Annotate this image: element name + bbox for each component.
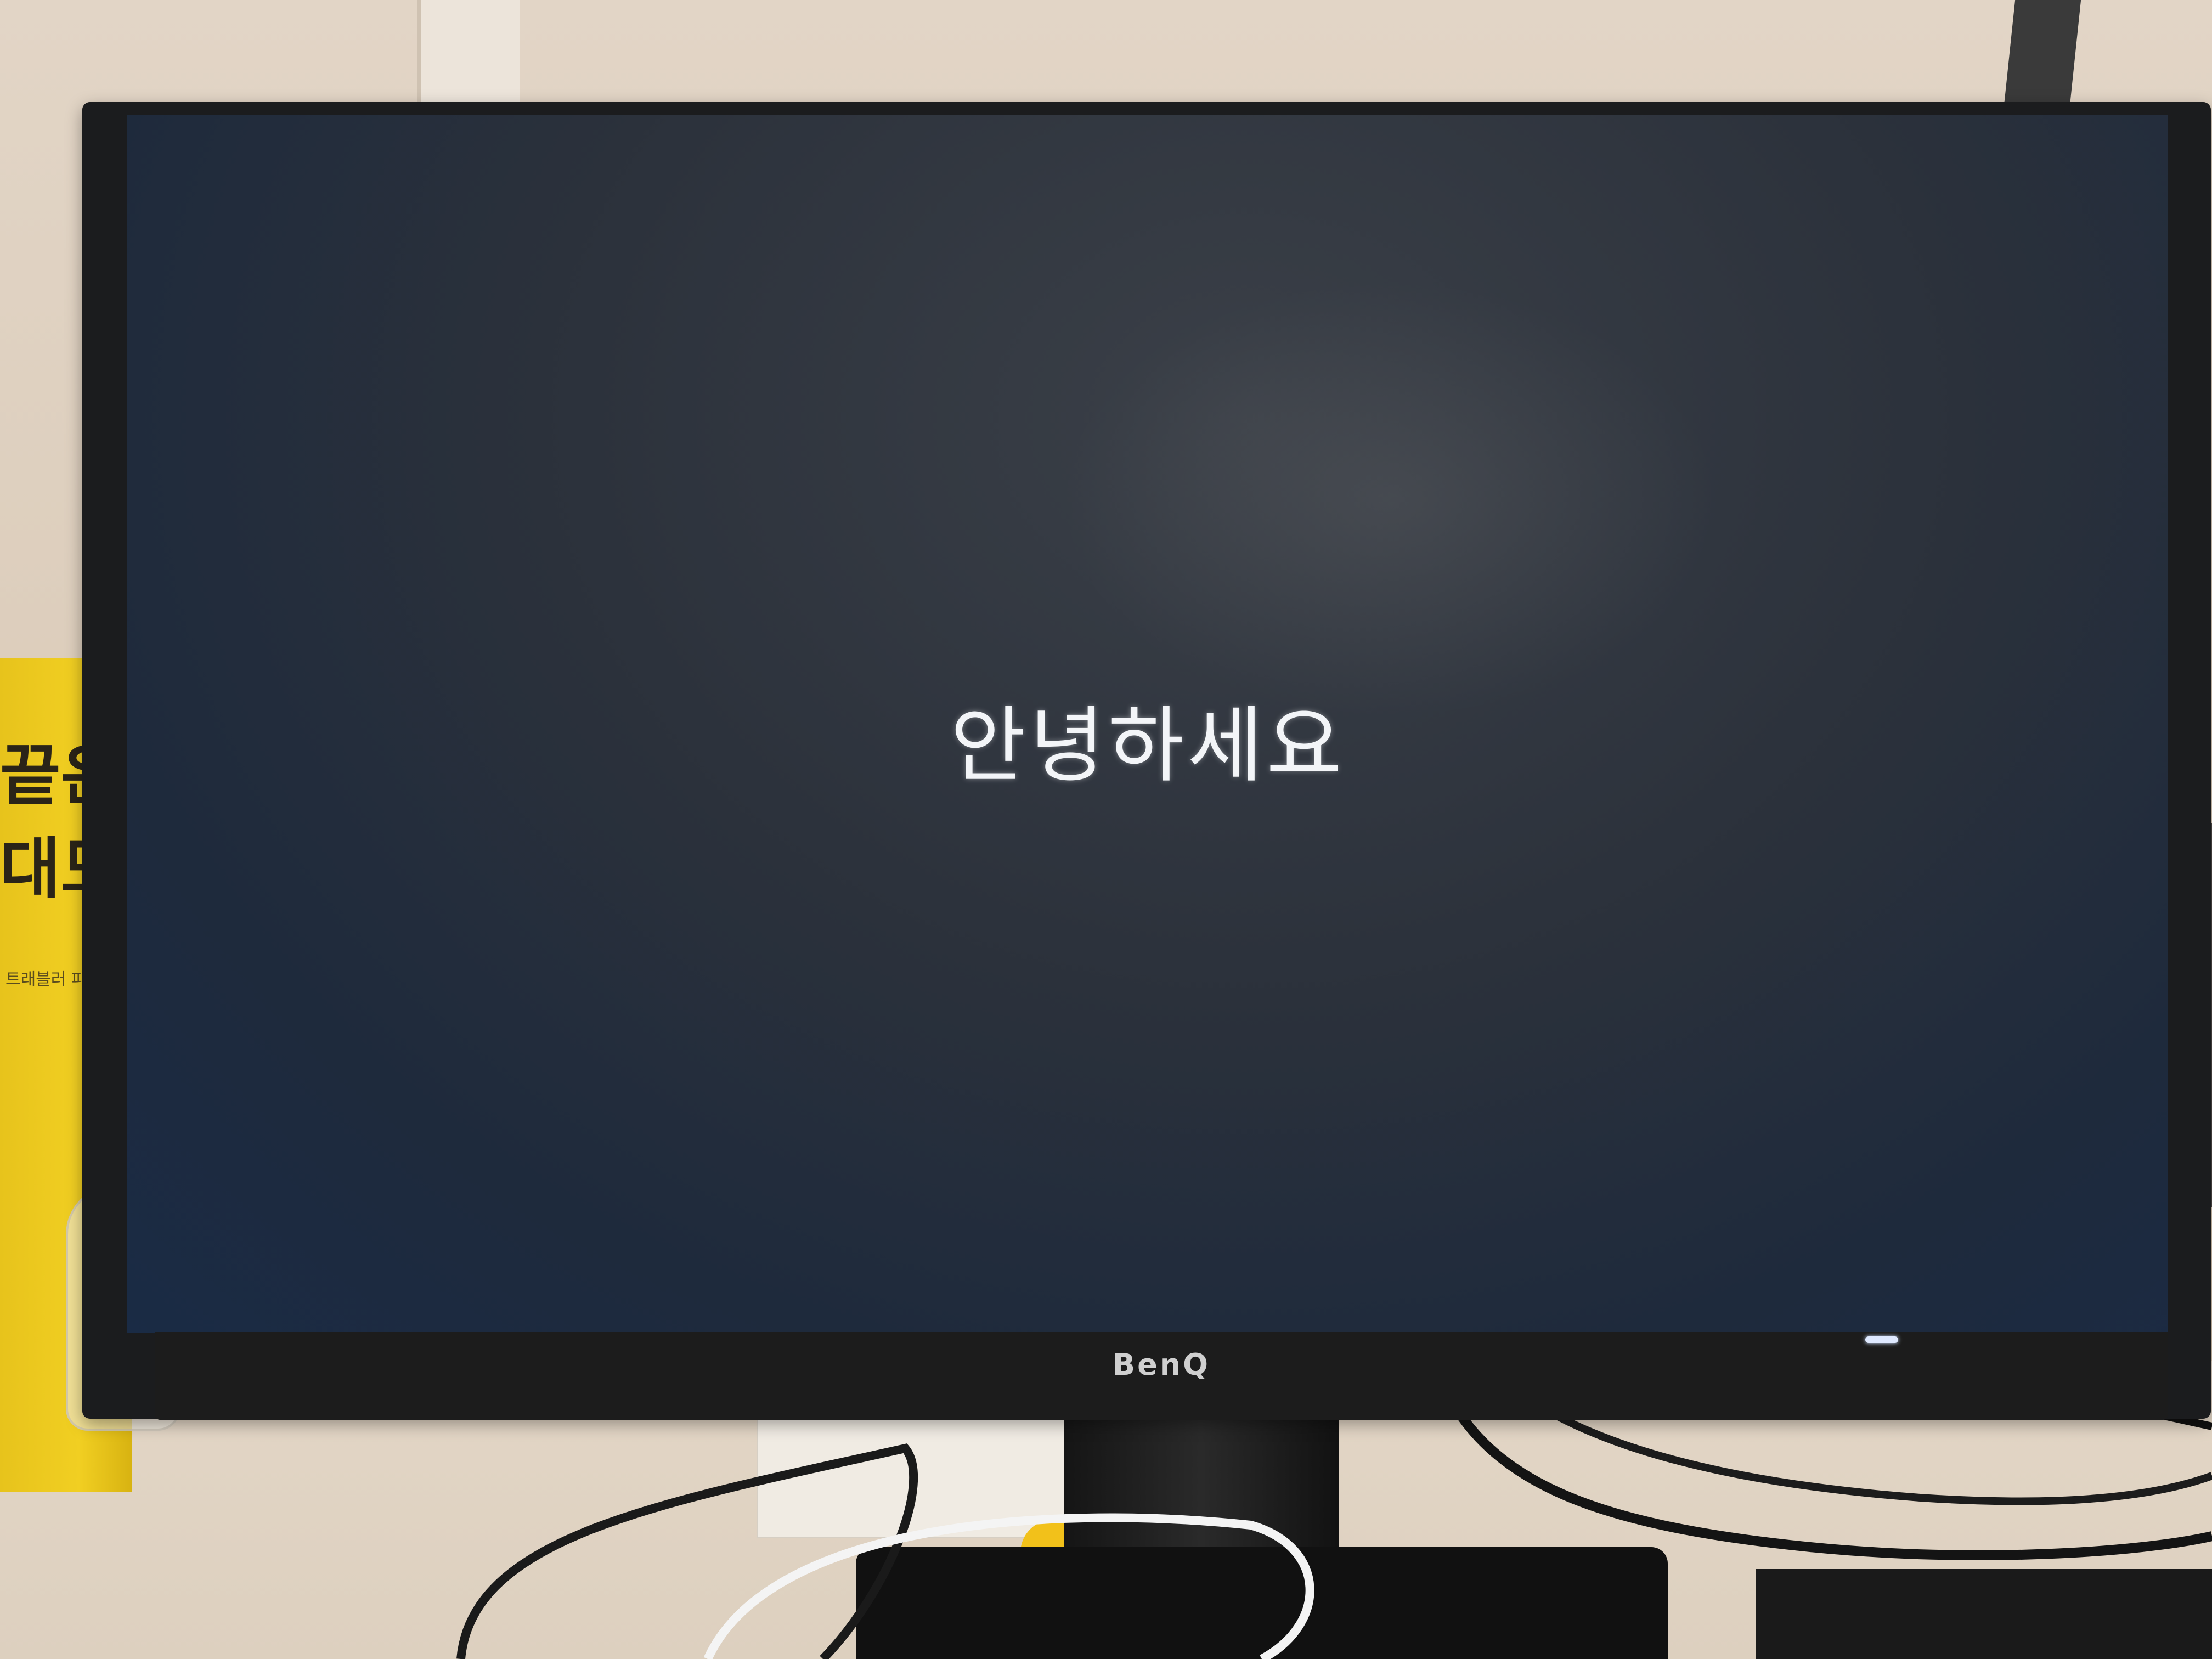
screen-glare <box>1060 280 1718 719</box>
greeting-text: 안녕하세요 <box>950 698 1345 794</box>
brand-logo: BenQ <box>1112 1347 1211 1382</box>
monitor-screen: 안녕하세요 <box>127 115 2168 1333</box>
power-led-icon <box>1865 1336 1898 1343</box>
monitor-chin: BenQ <box>155 1332 2168 1420</box>
photo-scene: 끝은 나 대도 돼 트래블러 파비케 안녕하세요 BenQ <box>0 0 2212 1659</box>
cable-white <box>703 1513 1314 1659</box>
